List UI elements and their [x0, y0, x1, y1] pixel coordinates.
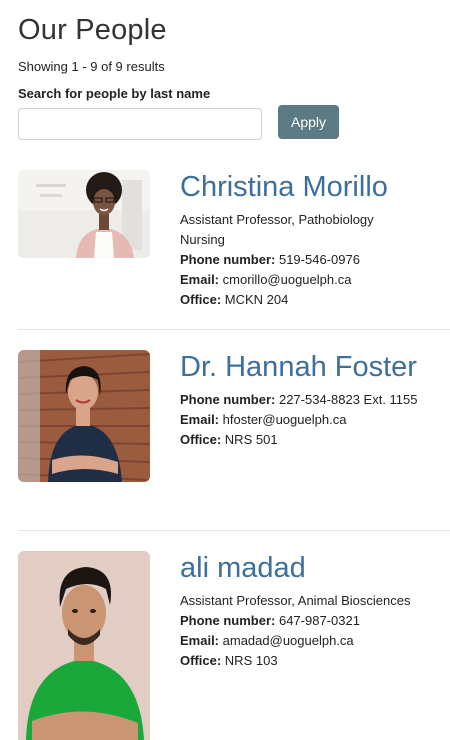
person-department: Nursing: [180, 232, 225, 247]
results-count: Showing 1 - 9 of 9 results: [18, 59, 165, 74]
portrait-photo: [18, 170, 150, 258]
person-email: Email: amadad@uoguelph.ca: [180, 631, 450, 651]
office-value: MCKN 204: [224, 292, 289, 307]
person-name-link[interactable]: Dr. Hannah Foster: [180, 350, 450, 384]
person-phone: Phone number: 647-987-0321: [180, 611, 450, 631]
person-card: ali madad Assistant Professor, Animal Bi…: [18, 551, 450, 740]
email-label: Email:: [180, 633, 220, 648]
email-value[interactable]: amadad@uoguelph.ca: [223, 633, 354, 648]
person-info: ali madad Assistant Professor, Animal Bi…: [180, 551, 450, 671]
person-role: Assistant Professor, Animal Biosciences: [180, 593, 411, 608]
phone-value: 647-987-0321: [278, 613, 360, 628]
last-name-search-input[interactable]: [18, 108, 262, 140]
portrait-photo: [18, 350, 150, 482]
person-card: Dr. Hannah Foster Phone number: 227-534-…: [18, 350, 450, 510]
page-title: Our People: [18, 14, 167, 46]
office-value: NRS 103: [224, 653, 278, 668]
person-photo[interactable]: [18, 170, 150, 258]
portrait-photo: [18, 551, 150, 740]
office-label: Office:: [180, 432, 222, 447]
divider: [18, 329, 450, 330]
email-label: Email:: [180, 272, 220, 287]
person-role: Assistant Professor, Pathobiology: [180, 212, 374, 227]
person-email: Email: cmorillo@uoguelph.ca: [180, 270, 450, 290]
phone-label: Phone number:: [180, 613, 276, 628]
email-label: Email:: [180, 412, 220, 427]
person-office: Office: NRS 501: [180, 430, 450, 450]
person-name-link[interactable]: Christina Morillo: [180, 170, 450, 204]
office-label: Office:: [180, 292, 222, 307]
person-card: Christina Morillo Assistant Professor, P…: [18, 170, 450, 310]
person-phone: Phone number: 519-546-0976: [180, 250, 450, 270]
email-value[interactable]: cmorillo@uoguelph.ca: [223, 272, 352, 287]
person-name-link[interactable]: ali madad: [180, 551, 450, 585]
office-value: NRS 501: [224, 432, 278, 447]
apply-button[interactable]: Apply: [278, 105, 339, 139]
person-info: Christina Morillo Assistant Professor, P…: [180, 170, 450, 310]
person-phone: Phone number: 227-534-8823 Ext. 1155: [180, 390, 450, 410]
person-info: Dr. Hannah Foster Phone number: 227-534-…: [180, 350, 450, 450]
divider: [18, 530, 450, 531]
email-value[interactable]: hfoster@uoguelph.ca: [223, 412, 347, 427]
person-office: Office: NRS 103: [180, 651, 450, 671]
phone-value: 519-546-0976: [278, 252, 360, 267]
person-office: Office: MCKN 204: [180, 290, 450, 310]
phone-label: Phone number:: [180, 392, 276, 407]
person-email: Email: hfoster@uoguelph.ca: [180, 410, 450, 430]
search-label: Search for people by last name: [18, 86, 211, 101]
office-label: Office:: [180, 653, 222, 668]
phone-value: 227-534-8823 Ext. 1155: [278, 392, 418, 407]
person-photo[interactable]: [18, 551, 150, 740]
phone-label: Phone number:: [180, 252, 276, 267]
person-photo[interactable]: [18, 350, 150, 482]
